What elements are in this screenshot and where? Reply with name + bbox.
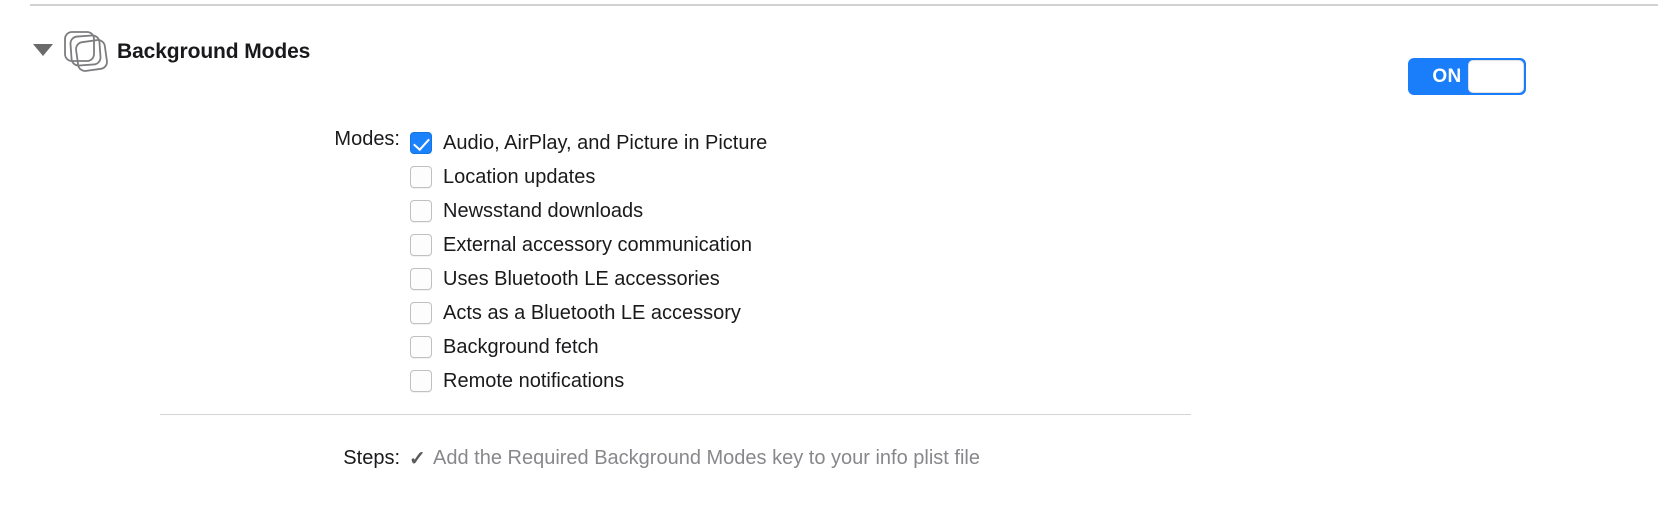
checkbox-acts-as-a-bluetooth-le-accessory[interactable]: [410, 302, 432, 324]
list-item-label: Audio, AirPlay, and Picture in Picture: [443, 131, 768, 154]
modes-field-label: Modes:: [334, 128, 400, 150]
steps-divider: [160, 414, 1191, 415]
checkbox-uses-bluetooth-le-accessories[interactable]: [410, 268, 432, 290]
list-item-label: External accessory communication: [443, 233, 753, 256]
checkbox-audio-airplay-picture-in-picture[interactable]: [410, 132, 432, 154]
disclosure-triangle-down-icon[interactable]: [33, 44, 53, 56]
capability-toggle[interactable]: ON: [1408, 58, 1526, 95]
list-item[interactable]: Background fetch: [410, 330, 767, 364]
top-divider: [30, 4, 1658, 6]
checkbox-background-fetch[interactable]: [410, 336, 432, 358]
modes-checkbox-list: Audio, AirPlay, and Picture in Picture L…: [410, 126, 767, 398]
steps-description: Add the Required Background Modes key to…: [433, 447, 980, 469]
list-item-label: Newsstand downloads: [443, 199, 644, 222]
list-item-label: Background fetch: [443, 335, 599, 358]
stacked-squares-icon: [60, 28, 114, 78]
checkmark-icon: [413, 133, 430, 152]
checkbox-location-updates[interactable]: [410, 166, 432, 188]
steps-field-label: Steps:: [343, 447, 400, 469]
list-item[interactable]: Acts as a Bluetooth LE accessory: [410, 296, 767, 330]
checkbox-remote-notifications[interactable]: [410, 370, 432, 392]
checkbox-newsstand-downloads[interactable]: [410, 200, 432, 222]
list-item[interactable]: Uses Bluetooth LE accessories: [410, 262, 767, 296]
list-item[interactable]: Audio, AirPlay, and Picture in Picture: [410, 126, 767, 160]
list-item-label: Uses Bluetooth LE accessories: [443, 267, 720, 290]
list-item-label: Remote notifications: [443, 369, 625, 392]
list-item[interactable]: Location updates: [410, 160, 767, 194]
list-item-label: Acts as a Bluetooth LE accessory: [443, 301, 741, 324]
list-item[interactable]: External accessory communication: [410, 228, 767, 262]
toggle-knob[interactable]: [1468, 60, 1524, 93]
list-item-label: Location updates: [443, 165, 596, 188]
page-title: Background Modes: [117, 40, 311, 63]
list-item[interactable]: Remote notifications: [410, 364, 767, 398]
check-icon: ✓: [409, 448, 426, 470]
checkbox-external-accessory-communication[interactable]: [410, 234, 432, 256]
list-item[interactable]: Newsstand downloads: [410, 194, 767, 228]
capability-header: Background Modes ON: [0, 26, 1658, 95]
